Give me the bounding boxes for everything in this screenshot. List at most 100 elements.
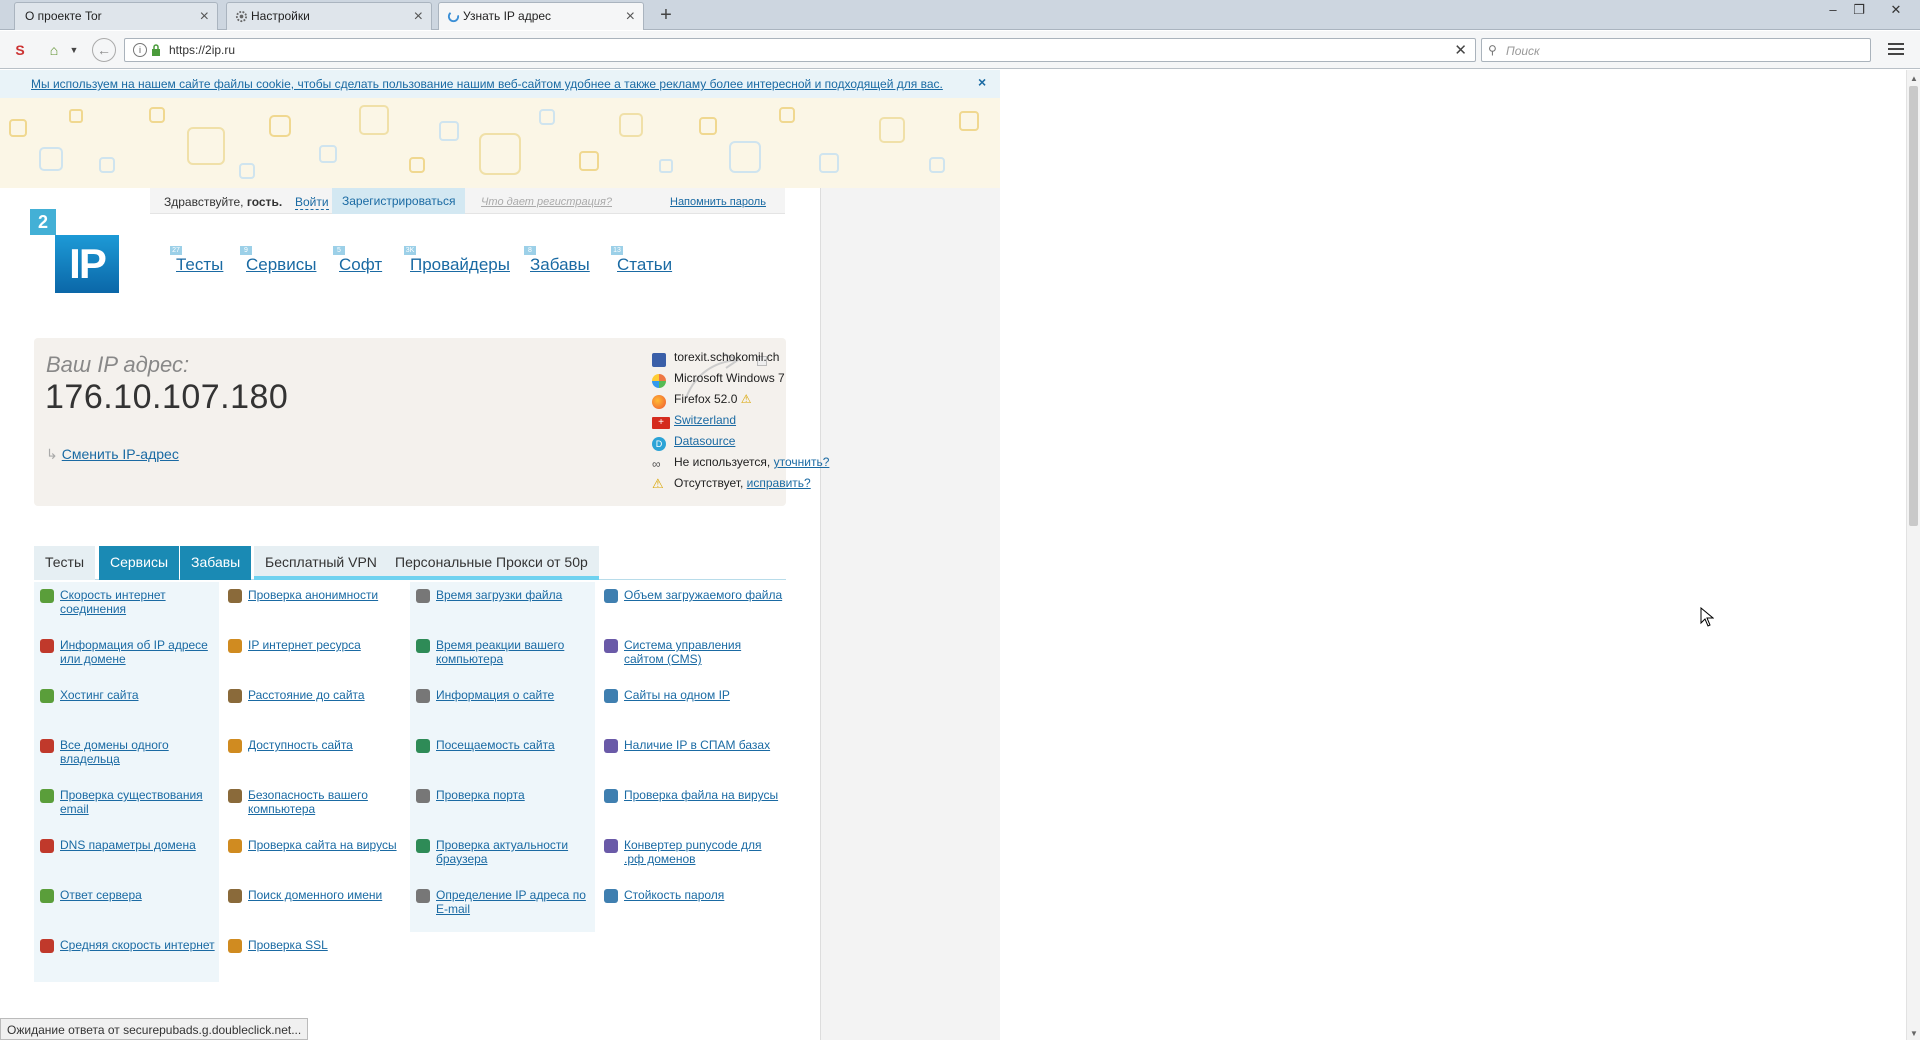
remind-password-link[interactable]: Напомнить пароль (670, 196, 766, 208)
service-item[interactable]: Конвертер punycode для .рф доменов (598, 832, 783, 882)
service-link[interactable]: Наличие IP в СПАМ базах (624, 738, 770, 752)
service-link[interactable]: Проверка существования email (60, 788, 203, 816)
service-link[interactable]: Посещаемость сайта (436, 738, 555, 752)
service-item[interactable]: Объем загружаемого файла (598, 582, 783, 632)
restore-button[interactable]: ❐ (1848, 2, 1870, 20)
service-link[interactable]: Информация об IP адресе или домене (60, 638, 208, 666)
chevron-down-icon[interactable]: ▼ (64, 40, 84, 60)
close-icon[interactable]: × (978, 74, 986, 90)
service-link[interactable]: Система управления сайтом (CMS) (624, 638, 741, 666)
service-item[interactable]: Проверка существования email (34, 782, 219, 832)
tab-2ip-active[interactable]: Узнать IP адрес × (438, 2, 644, 30)
cookie-notice-text[interactable]: Мы используем на нашем сайте файлы cooki… (31, 77, 943, 91)
service-item[interactable]: Поиск доменного имени (222, 882, 407, 932)
service-link[interactable]: Доступность сайта (248, 738, 353, 752)
nav-providers[interactable]: 3K Провайдеры (404, 246, 510, 275)
service-item[interactable]: Проверка порта (410, 782, 595, 832)
service-item[interactable]: Время загрузки файла (410, 582, 595, 632)
info-icon[interactable]: i (133, 43, 147, 57)
stop-icon[interactable]: ✕ (1454, 41, 1467, 59)
scrollbar-thumb[interactable] (1909, 86, 1918, 526)
search-input[interactable]: ⚲ Поиск (1481, 38, 1871, 62)
nav-soft[interactable]: 5 Софт (333, 246, 382, 275)
service-item[interactable]: Стойкость пароля (598, 882, 783, 932)
service-item[interactable]: Определение IP адреса по E-mail (410, 882, 595, 932)
service-item[interactable]: Проверка файла на вирусы (598, 782, 783, 832)
url-bar[interactable]: i https://2ip.ru ✕ (124, 38, 1476, 62)
close-tab-icon[interactable]: × (414, 3, 423, 30)
service-item[interactable]: Все домены одного владельца (34, 732, 219, 782)
service-item[interactable]: Система управления сайтом (CMS) (598, 632, 783, 682)
service-link[interactable]: Информация о сайте (436, 688, 554, 702)
service-item[interactable]: Средняя скорость интернет (34, 932, 219, 982)
service-link[interactable]: Проверка порта (436, 788, 525, 802)
service-link[interactable]: Проверка сайта на вирусы (248, 838, 397, 852)
close-window-button[interactable]: ✕ (1876, 2, 1916, 20)
tab-free-vpn[interactable]: Бесплатный VPN (254, 546, 388, 580)
service-item[interactable]: Сайты на одном IP (598, 682, 783, 732)
tor-onion-icon[interactable]: ⌂ (44, 40, 64, 60)
service-link[interactable]: Время загрузки файла (436, 588, 562, 602)
nav-fun[interactable]: 8 Забавы (524, 246, 590, 275)
service-link[interactable]: DNS параметры домена (60, 838, 196, 852)
service-item[interactable]: Информация об IP адресе или домене (34, 632, 219, 682)
service-item[interactable]: Скорость интернет соединения (34, 582, 219, 632)
service-link[interactable]: Время реакции вашего компьютера (436, 638, 564, 666)
scroll-up-icon[interactable]: ▲ (1910, 74, 1918, 83)
service-item[interactable]: Проверка актуальности браузера (410, 832, 595, 882)
tab-tor-about[interactable]: О проекте Tor × (14, 2, 218, 30)
service-link[interactable]: Проверка SSL (248, 938, 328, 952)
service-item[interactable]: Доступность сайта (222, 732, 407, 782)
provider-link[interactable]: Datasource (674, 434, 735, 448)
nav-articles[interactable]: 13 Статьи (611, 246, 672, 275)
registration-info-link[interactable]: Что дает регистрация? (481, 196, 612, 208)
hamburger-menu-icon[interactable] (1886, 40, 1906, 60)
noscript-icon[interactable]: S (10, 40, 30, 60)
service-item[interactable]: Безопасность вашего компьютера (222, 782, 407, 832)
page-scrollbar[interactable]: ▲ ▼ (1906, 70, 1920, 1040)
country-link[interactable]: Switzerland (674, 413, 736, 427)
tab-personal-proxy[interactable]: Персональные Прокси от 50р (384, 546, 599, 580)
service-link[interactable]: Средняя скорость интернет (60, 938, 215, 952)
tab-services[interactable]: Сервисы (99, 546, 180, 580)
register-button[interactable]: Зарегистрироваться (332, 188, 466, 214)
close-tab-icon[interactable]: × (626, 3, 635, 30)
service-link[interactable]: Определение IP адреса по E-mail (436, 888, 586, 916)
service-item[interactable]: Наличие IP в СПАМ базах (598, 732, 783, 782)
service-link[interactable]: Безопасность вашего компьютера (248, 788, 368, 816)
change-ip-link[interactable]: ↳ Сменить IP-адрес (46, 446, 179, 463)
tab-settings[interactable]: Настройки × (226, 2, 432, 30)
service-link[interactable]: Скорость интернет соединения (60, 588, 166, 616)
service-item[interactable]: Ответ сервера (34, 882, 219, 932)
fix-link[interactable]: исправить? (747, 476, 811, 490)
service-link[interactable]: Поиск доменного имени (248, 888, 382, 902)
service-item[interactable]: Хостинг сайта (34, 682, 219, 732)
service-link[interactable]: Проверка файла на вирусы (624, 788, 778, 802)
service-link[interactable]: Сайты на одном IP (624, 688, 730, 702)
tab-tests[interactable]: Тесты (34, 546, 96, 580)
service-item[interactable]: Время реакции вашего компьютера (410, 632, 595, 682)
service-link[interactable]: Хостинг сайта (60, 688, 139, 702)
service-link[interactable]: Проверка актуальности браузера (436, 838, 568, 866)
service-item[interactable]: Расстояние до сайта (222, 682, 407, 732)
service-item[interactable]: DNS параметры домена (34, 832, 219, 882)
login-link[interactable]: Войти (295, 195, 329, 210)
service-link[interactable]: Ответ сервера (60, 888, 142, 902)
service-item[interactable]: Проверка сайта на вирусы (222, 832, 407, 882)
service-link[interactable]: IP интернет ресурса (248, 638, 361, 652)
clarify-link[interactable]: уточнить? (774, 455, 830, 469)
service-item[interactable]: Проверка SSL (222, 932, 407, 982)
nav-services[interactable]: 9 Сервисы (240, 246, 316, 275)
service-link[interactable]: Объем загружаемого файла (624, 588, 782, 602)
service-link[interactable]: Стойкость пароля (624, 888, 724, 902)
service-item[interactable]: Проверка анонимности (222, 582, 407, 632)
service-link[interactable]: Конвертер punycode для .рф доменов (624, 838, 762, 866)
service-link[interactable]: Все домены одного владельца (60, 738, 169, 766)
minimize-button[interactable]: – (1822, 2, 1844, 20)
back-button[interactable]: ← (92, 38, 116, 62)
service-link[interactable]: Расстояние до сайта (248, 688, 365, 702)
new-tab-button[interactable]: + (654, 2, 678, 28)
service-link[interactable]: Проверка анонимности (248, 588, 378, 602)
service-item[interactable]: Посещаемость сайта (410, 732, 595, 782)
site-logo[interactable]: 2 IP (30, 209, 122, 299)
